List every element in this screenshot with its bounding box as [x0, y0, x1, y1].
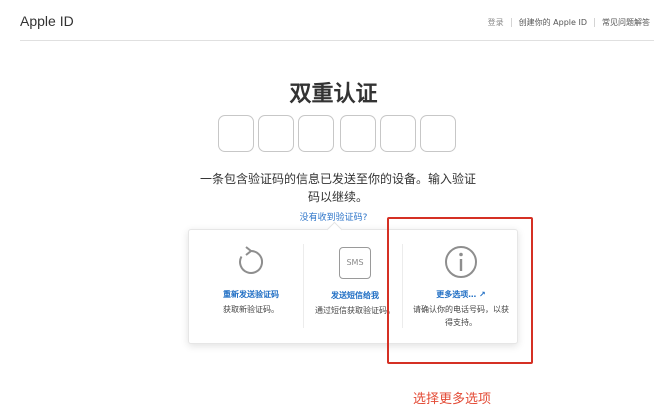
- refresh-icon: [233, 244, 269, 280]
- top-bar: Apple ID 登录 创建你的 Apple ID 常见问题解答: [0, 0, 667, 40]
- top-nav: 登录 创建你的 Apple ID 常见问题解答: [481, 17, 657, 28]
- code-digit-6[interactable]: [420, 115, 456, 152]
- sms-icon: SMS: [339, 247, 371, 279]
- resend-code-desc: 获取新验证码。: [223, 305, 279, 314]
- resend-code-title: 重新发送验证码: [223, 290, 279, 299]
- code-digit-2[interactable]: [258, 115, 294, 152]
- code-digit-3[interactable]: [298, 115, 334, 152]
- apple-id-logo[interactable]: Apple ID: [20, 13, 74, 29]
- instruction-text: 一条包含验证码的信息已发送至你的设备。输入验证码以继续。: [199, 172, 476, 204]
- page-title: 双重认证: [289, 82, 378, 107]
- nav-create-apple-id[interactable]: 创建你的 Apple ID: [512, 17, 594, 28]
- resend-code-option[interactable]: 重新发送验证码 获取新验证码。: [199, 230, 303, 343]
- code-digit-4[interactable]: [340, 115, 376, 152]
- header-divider: [20, 40, 654, 41]
- code-digit-1[interactable]: [218, 115, 254, 152]
- annotation-caption: 选择更多选项: [413, 392, 492, 407]
- annotation-highlight-box: [387, 217, 533, 364]
- nav-sign-in[interactable]: 登录: [481, 17, 511, 28]
- code-digit-5[interactable]: [380, 115, 416, 152]
- option-divider: [303, 244, 304, 328]
- verification-code-inputs: [218, 115, 460, 152]
- nav-faq[interactable]: 常见问题解答: [595, 17, 657, 28]
